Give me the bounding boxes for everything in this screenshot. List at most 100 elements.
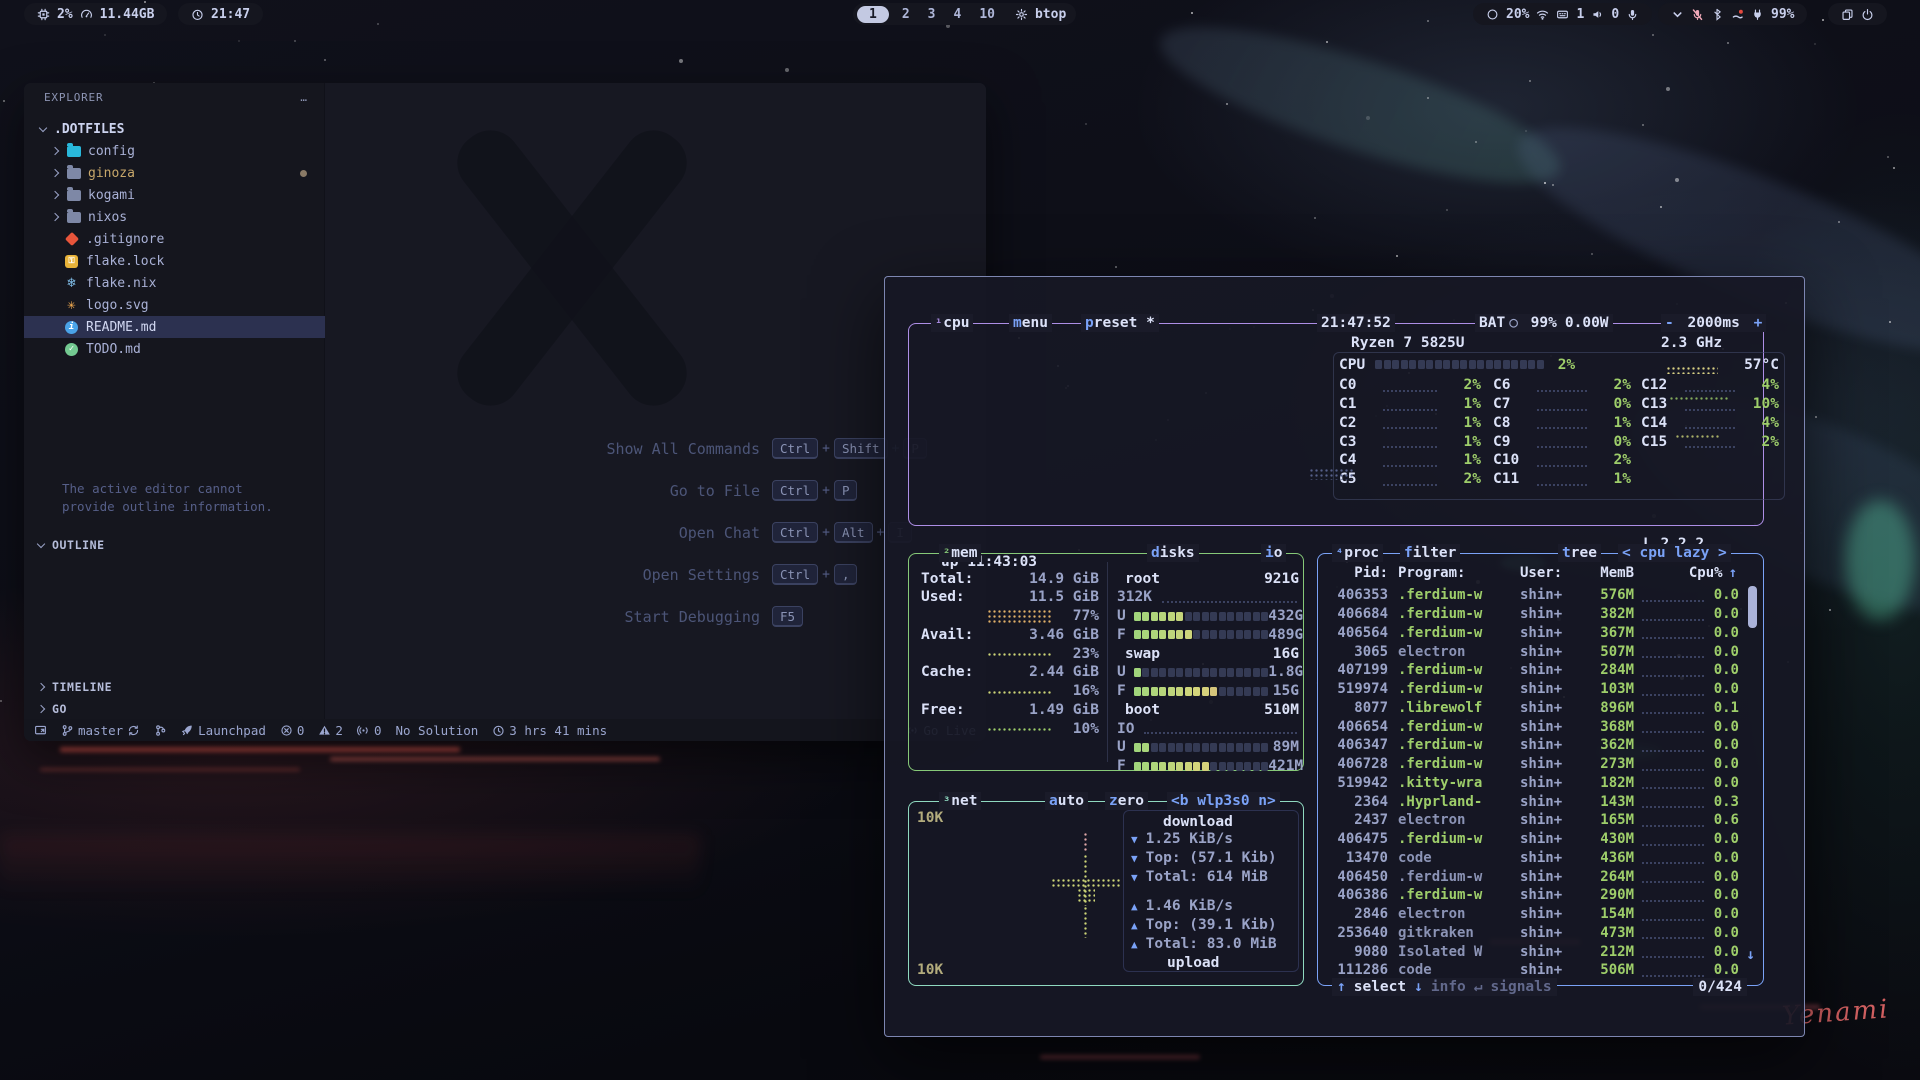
download-label: download xyxy=(1163,814,1233,830)
clock-pill[interactable]: 21:47 xyxy=(178,3,263,25)
tray-pill[interactable]: 99% xyxy=(1658,3,1807,25)
sort-direction-icon[interactable]: ↑ xyxy=(1729,565,1737,581)
process-row-2846[interactable]: 2846 electron shin+ 154M 0.0 xyxy=(1326,905,1753,924)
statusbar-item-remote-window-icon[interactable] xyxy=(34,724,47,737)
preset-button[interactable]: preset * xyxy=(1081,314,1159,332)
process-row-2437[interactable]: 2437 electron shin+ 165M 0.6 xyxy=(1326,811,1753,830)
statusbar-item-3-hrs-41-mins[interactable]: 3 hrs 41 mins xyxy=(492,723,607,738)
go-section-header[interactable]: GO xyxy=(38,702,67,716)
recorder-icon[interactable] xyxy=(1731,8,1744,21)
signals-action[interactable]: signals xyxy=(1491,978,1552,996)
editor-watermark-logo xyxy=(420,113,690,413)
root-folder-row[interactable]: .DOTFILES xyxy=(24,118,325,140)
info-action[interactable]: info xyxy=(1431,978,1466,996)
hardware-pill[interactable]: 20% 1 0 xyxy=(1473,3,1652,25)
process-row-406728[interactable]: 406728 .ferdium-w shin+ 273M 0.0 xyxy=(1326,755,1753,774)
net-interface-selector[interactable]: <b wlp3s0 n> xyxy=(1167,792,1280,810)
process-row-406684[interactable]: 406684 .ferdium-w shin+ 382M 0.0 xyxy=(1326,605,1753,624)
statusbar-item-0[interactable]: 0 xyxy=(357,723,382,738)
file-row-README.md[interactable]: iREADME.md xyxy=(24,316,325,338)
microphone-icon[interactable] xyxy=(1626,8,1639,21)
update-interval-control[interactable]: - 2000ms + xyxy=(1661,314,1766,332)
gear-icon xyxy=(1015,8,1028,21)
net-box-title[interactable]: ³net xyxy=(939,792,981,810)
col-pid[interactable]: Pid: xyxy=(1326,565,1388,581)
file-row-config[interactable]: config xyxy=(24,140,325,162)
process-row-406450[interactable]: 406450 .ferdium-w shin+ 264M 0.0 xyxy=(1326,867,1753,886)
timeline-section-header[interactable]: TIMELINE xyxy=(38,680,112,694)
statusbar-item-launchpad[interactable]: Launchpad xyxy=(181,723,266,738)
proc-scrollbar[interactable] xyxy=(1748,586,1757,628)
col-memb[interactable]: MemB xyxy=(1582,565,1634,581)
disks-toggle[interactable]: disks xyxy=(1147,544,1199,562)
outline-section-header[interactable]: OUTLINE xyxy=(38,538,105,552)
process-row-8077[interactable]: 8077 .librewolf shin+ 896M 0.1 xyxy=(1326,699,1753,718)
file-row-flake.lock[interactable]: ⚿flake.lock xyxy=(24,250,325,272)
power-icon[interactable] xyxy=(1861,8,1874,21)
process-row-406347[interactable]: 406347 .ferdium-w shin+ 362M 0.0 xyxy=(1326,736,1753,755)
file-row-ginoza[interactable]: ginoza xyxy=(24,162,325,184)
process-row-406654[interactable]: 406654 .ferdium-w shin+ 368M 0.0 xyxy=(1326,717,1753,736)
process-row-407199[interactable]: 407199 .ferdium-w shin+ 284M 0.0 xyxy=(1326,661,1753,680)
process-row-406564[interactable]: 406564 .ferdium-w shin+ 367M 0.0 xyxy=(1326,624,1753,643)
mem-graph-dots xyxy=(987,727,1053,733)
file-row-TODO.md[interactable]: ✓TODO.md xyxy=(24,338,325,360)
file-row-.gitignore[interactable]: .gitignore xyxy=(24,228,325,250)
chevron-right-icon xyxy=(37,705,45,713)
process-row-2364[interactable]: 2364 .Hyprland- shin+ 143M 0.3 xyxy=(1326,792,1753,811)
system-stats-pill[interactable]: 2% 11.44GB xyxy=(24,3,167,25)
clipboard-icon[interactable] xyxy=(1841,8,1854,21)
proc-sort-selector[interactable]: < cpu lazy > xyxy=(1618,544,1731,562)
menu-button[interactable]: menu xyxy=(1009,314,1052,332)
file-row-logo.svg[interactable]: ✳logo.svg xyxy=(24,294,325,316)
col-program[interactable]: Program: xyxy=(1398,565,1520,581)
process-row-253640[interactable]: 253640 gitkraken shin+ 473M 0.0 xyxy=(1326,924,1753,943)
file-row-nixos[interactable]: nixos xyxy=(24,206,325,228)
workspace-4[interactable]: 4 xyxy=(948,7,966,22)
statusbar-item-git-graph-icon[interactable] xyxy=(154,724,167,737)
workspace-3[interactable]: 3 xyxy=(923,7,941,22)
statusbar-item-0[interactable]: 0 xyxy=(280,723,305,738)
file-row-kogami[interactable]: kogami xyxy=(24,184,325,206)
workspace-2[interactable]: 2 xyxy=(897,7,915,22)
process-row-111286[interactable]: 111286 code shin+ 506M 0.0 xyxy=(1326,961,1753,980)
statusbar-item-no-solution[interactable]: No Solution xyxy=(395,723,478,738)
process-row-13470[interactable]: 13470 code shin+ 436M 0.0 xyxy=(1326,849,1753,868)
select-action[interactable]: select xyxy=(1354,978,1406,996)
power-pill[interactable] xyxy=(1828,3,1887,25)
more-actions-button[interactable]: … xyxy=(300,91,309,104)
process-row-406475[interactable]: 406475 .ferdium-w shin+ 430M 0.0 xyxy=(1326,830,1753,849)
workspace-1[interactable]: 1 xyxy=(857,6,889,23)
bluetooth-icon[interactable] xyxy=(1711,8,1724,21)
chevron-down-icon xyxy=(39,124,47,132)
wifi-icon[interactable] xyxy=(1536,8,1549,21)
proc-tree-button[interactable]: tree xyxy=(1558,544,1601,562)
chevron-down-icon[interactable] xyxy=(1671,8,1684,21)
process-row-519974[interactable]: 519974 .ferdium-w shin+ 103M 0.0 xyxy=(1326,680,1753,699)
mem-box-title[interactable]: ²mem xyxy=(939,544,981,562)
scroll-down-icon[interactable]: ↓ xyxy=(1746,947,1755,963)
process-row-406386[interactable]: 406386 .ferdium-w shin+ 290M 0.0 xyxy=(1326,886,1753,905)
workspace-10[interactable]: 10 xyxy=(974,7,1000,22)
statusbar-item-2[interactable]: 2 xyxy=(318,723,343,738)
net-auto-toggle[interactable]: auto xyxy=(1045,792,1088,810)
statusbar-item-master[interactable]: master xyxy=(61,723,140,738)
speaker-icon[interactable] xyxy=(1591,8,1604,21)
proc-box-title[interactable]: ⁴proc xyxy=(1332,544,1383,562)
mic-muted-icon[interactable] xyxy=(1691,8,1704,21)
signals-key-icon: ↵ xyxy=(1474,978,1483,996)
file-row-flake.nix[interactable]: ❄flake.nix xyxy=(24,272,325,294)
process-row-519942[interactable]: 519942 .kitty-wra shin+ 182M 0.0 xyxy=(1326,774,1753,793)
keycap: Alt xyxy=(834,522,873,543)
proc-filter-button[interactable]: filter xyxy=(1400,544,1460,562)
col-user[interactable]: User: xyxy=(1520,565,1582,581)
net-zero-toggle[interactable]: zero xyxy=(1105,792,1148,810)
col-cpu[interactable]: Cpu% xyxy=(1689,565,1723,581)
process-row-406353[interactable]: 406353 .ferdium-w shin+ 576M 0.0 xyxy=(1326,586,1753,605)
process-row-3065[interactable]: 3065 electron shin+ 507M 0.0 xyxy=(1326,642,1753,661)
cpu-box-title[interactable]: ¹cpu xyxy=(931,314,973,332)
io-toggle[interactable]: io xyxy=(1261,544,1286,562)
process-row-9080[interactable]: 9080 Isolated W shin+ 212M 0.0 xyxy=(1326,942,1753,961)
volume-value: 0 xyxy=(1611,7,1619,22)
folder-icon xyxy=(66,188,81,203)
